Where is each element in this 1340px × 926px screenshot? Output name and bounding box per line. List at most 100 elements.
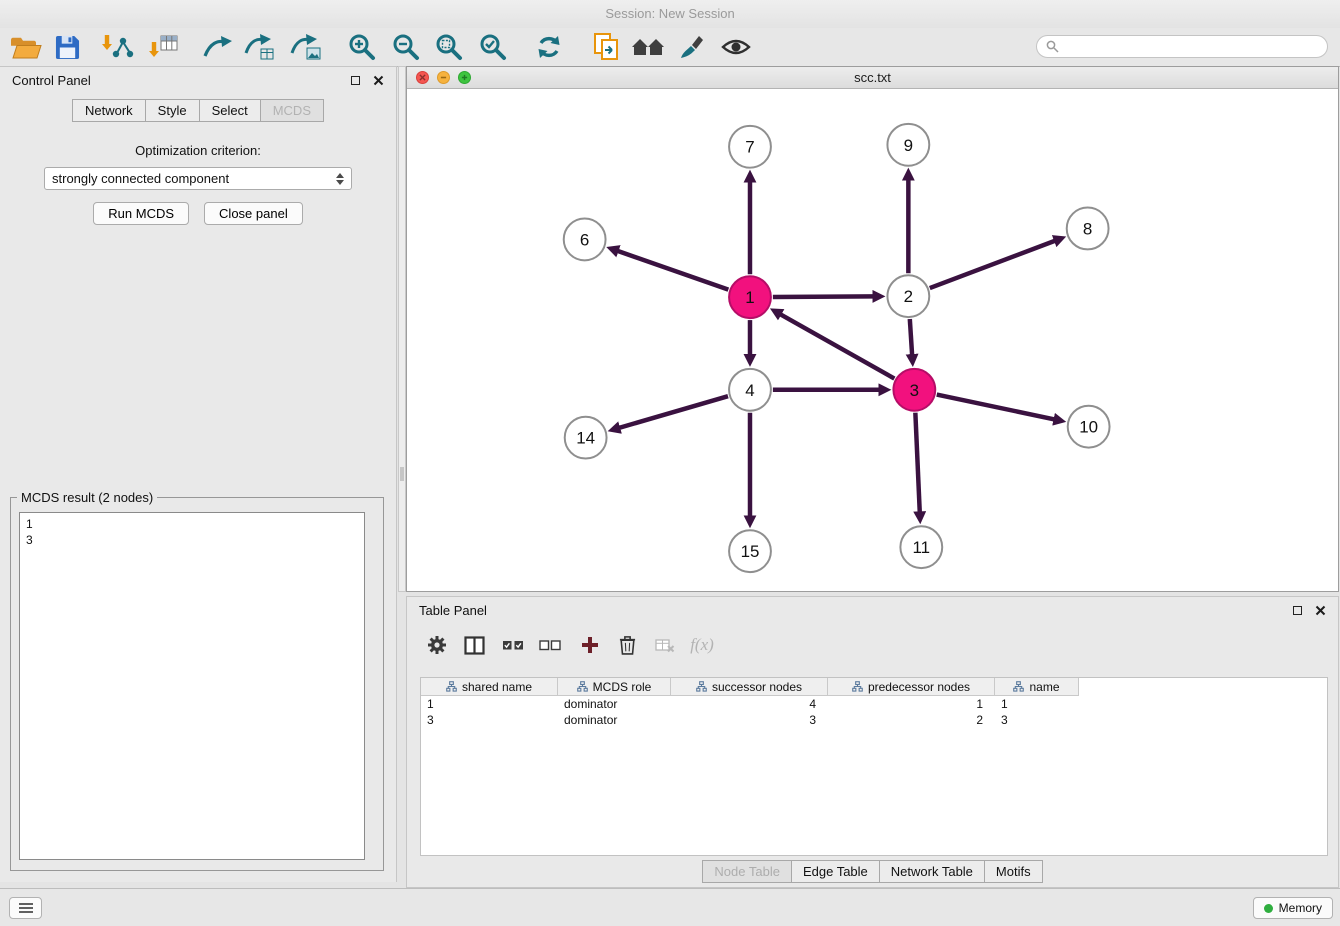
graph-node-8[interactable]: 8 bbox=[1067, 208, 1109, 250]
delete-table-button[interactable] bbox=[649, 629, 681, 661]
graph-node-7[interactable]: 7 bbox=[729, 126, 771, 168]
select-all-button[interactable] bbox=[497, 629, 529, 661]
graph-edge-2-3[interactable] bbox=[910, 319, 912, 355]
network-canvas[interactable]: 7 9 6 8 1 2 4 3 14 10 15 11 bbox=[407, 89, 1338, 591]
network-window-titlebar[interactable]: scc.txt bbox=[407, 67, 1338, 89]
column-header-predecessor-nodes[interactable]: predecessor nodes bbox=[828, 678, 995, 696]
float-table-panel-icon[interactable] bbox=[1293, 606, 1302, 615]
graph-edge-1-6[interactable] bbox=[618, 251, 729, 290]
graph-edge-1-2[interactable] bbox=[773, 296, 874, 297]
overview-button[interactable] bbox=[630, 32, 666, 62]
delete-button[interactable] bbox=[611, 629, 643, 661]
node-table[interactable]: shared name MCDS role successor nodes pr… bbox=[420, 677, 1328, 856]
column-header-shared-name[interactable]: shared name bbox=[421, 678, 558, 696]
tab-edge-table[interactable]: Edge Table bbox=[791, 860, 880, 883]
close-table-panel-icon[interactable] bbox=[1315, 605, 1326, 616]
control-panel: Control Panel Network Style Select MCDS … bbox=[0, 66, 397, 882]
show-columns-button[interactable] bbox=[458, 629, 490, 661]
column-label: shared name bbox=[462, 680, 532, 694]
table-settings-button[interactable] bbox=[421, 629, 453, 661]
tab-style[interactable]: Style bbox=[145, 99, 200, 122]
column-type-icon bbox=[446, 681, 457, 692]
mcds-buttons-row: Run MCDS Close panel bbox=[0, 202, 396, 225]
table-row[interactable]: 3 dominator 3 2 3 bbox=[421, 712, 1327, 728]
minimize-window-icon[interactable] bbox=[437, 71, 450, 84]
import-network-button[interactable] bbox=[100, 32, 136, 62]
table-panel-title: Table Panel bbox=[419, 603, 487, 618]
clone-network-icon bbox=[592, 32, 620, 62]
zoom-selected-icon bbox=[479, 33, 507, 61]
list-icon bbox=[18, 902, 34, 914]
network-table-tools-button[interactable] bbox=[242, 32, 278, 62]
close-window-icon[interactable] bbox=[416, 71, 429, 84]
export-image-button[interactable] bbox=[288, 32, 324, 62]
search-input[interactable] bbox=[1065, 40, 1318, 54]
graph-node-2[interactable]: 2 bbox=[887, 275, 929, 317]
mcds-result-list[interactable]: 1 3 bbox=[19, 512, 365, 860]
vertical-splitter[interactable] bbox=[398, 66, 406, 592]
import-table-button[interactable] bbox=[146, 32, 182, 62]
criterion-dropdown[interactable]: strongly connected component bbox=[44, 167, 352, 190]
run-mcds-button[interactable]: Run MCDS bbox=[93, 202, 189, 225]
zoom-selected-button[interactable] bbox=[475, 32, 511, 62]
close-mcds-panel-button[interactable]: Close panel bbox=[204, 202, 303, 225]
close-panel-icon[interactable] bbox=[373, 75, 384, 86]
apply-layout-button[interactable] bbox=[531, 32, 567, 62]
graph-node-9[interactable]: 9 bbox=[887, 124, 929, 166]
graph-node-label: 14 bbox=[576, 429, 595, 448]
show-graphics-details-button[interactable] bbox=[718, 32, 754, 62]
task-history-button[interactable] bbox=[9, 897, 42, 919]
float-panel-icon[interactable] bbox=[351, 76, 360, 85]
graph-node-3[interactable]: 3 bbox=[893, 369, 935, 411]
window-title: Session: New Session bbox=[605, 6, 734, 21]
graph-node-11[interactable]: 11 bbox=[900, 526, 942, 568]
open-session-button[interactable] bbox=[8, 32, 44, 62]
add-column-button[interactable] bbox=[574, 629, 606, 661]
graph-node-14[interactable]: 14 bbox=[565, 417, 607, 459]
graph-edge-3-1[interactable] bbox=[780, 314, 894, 378]
maximize-window-icon[interactable] bbox=[458, 71, 471, 84]
graph-node-1[interactable]: 1 bbox=[729, 276, 771, 318]
dropdown-stepper-icon bbox=[336, 173, 344, 185]
function-builder-button[interactable]: f(x) bbox=[686, 629, 718, 661]
column-header-mcds-role[interactable]: MCDS role bbox=[558, 678, 671, 696]
zoom-in-button[interactable] bbox=[344, 32, 380, 62]
graph-edge-4-14[interactable] bbox=[619, 396, 728, 428]
graph-edge-3-11[interactable] bbox=[915, 413, 919, 513]
window-titlebar[interactable]: Session: New Session bbox=[0, 0, 1340, 28]
tab-select[interactable]: Select bbox=[199, 99, 261, 122]
column-header-name[interactable]: name bbox=[995, 678, 1079, 696]
graph-node-label: 3 bbox=[910, 381, 919, 400]
refresh-icon bbox=[534, 33, 564, 61]
search-field[interactable] bbox=[1036, 35, 1328, 58]
table-row[interactable]: 1 dominator 4 1 1 bbox=[421, 696, 1327, 712]
clone-network-button[interactable] bbox=[588, 32, 624, 62]
graph-node-label: 15 bbox=[741, 542, 760, 561]
column-label: name bbox=[1029, 680, 1059, 694]
network-tools-button[interactable] bbox=[200, 32, 236, 62]
network-view-window: scc.txt 7 9 6 8 1 2 4 3 14 10 15 11 bbox=[406, 66, 1339, 592]
save-session-button[interactable] bbox=[49, 32, 85, 62]
criterion-selected-value: strongly connected component bbox=[52, 171, 229, 186]
graph-node-15[interactable]: 15 bbox=[729, 530, 771, 572]
column-header-successor-nodes[interactable]: successor nodes bbox=[671, 678, 828, 696]
graph-edge-3-10[interactable] bbox=[937, 395, 1055, 420]
graph-edge-2-8[interactable] bbox=[930, 241, 1055, 288]
cell-successor-nodes: 3 bbox=[671, 712, 828, 728]
memory-button[interactable]: Memory bbox=[1253, 897, 1333, 919]
zoom-fit-button[interactable] bbox=[431, 32, 467, 62]
tab-network[interactable]: Network bbox=[72, 99, 146, 122]
tab-motifs[interactable]: Motifs bbox=[984, 860, 1043, 883]
zoom-out-button[interactable] bbox=[388, 32, 424, 62]
style-button[interactable] bbox=[674, 32, 710, 62]
graph-node-4[interactable]: 4 bbox=[729, 369, 771, 411]
search-icon bbox=[1046, 40, 1059, 53]
tab-node-table[interactable]: Node Table bbox=[702, 860, 792, 883]
graph-node-6[interactable]: 6 bbox=[564, 218, 606, 260]
memory-label: Memory bbox=[1279, 901, 1322, 915]
tab-network-table[interactable]: Network Table bbox=[879, 860, 985, 883]
main-toolbar bbox=[0, 28, 1340, 67]
deselect-all-button[interactable] bbox=[534, 629, 566, 661]
tab-mcds[interactable]: MCDS bbox=[260, 99, 324, 122]
graph-node-10[interactable]: 10 bbox=[1068, 406, 1110, 448]
